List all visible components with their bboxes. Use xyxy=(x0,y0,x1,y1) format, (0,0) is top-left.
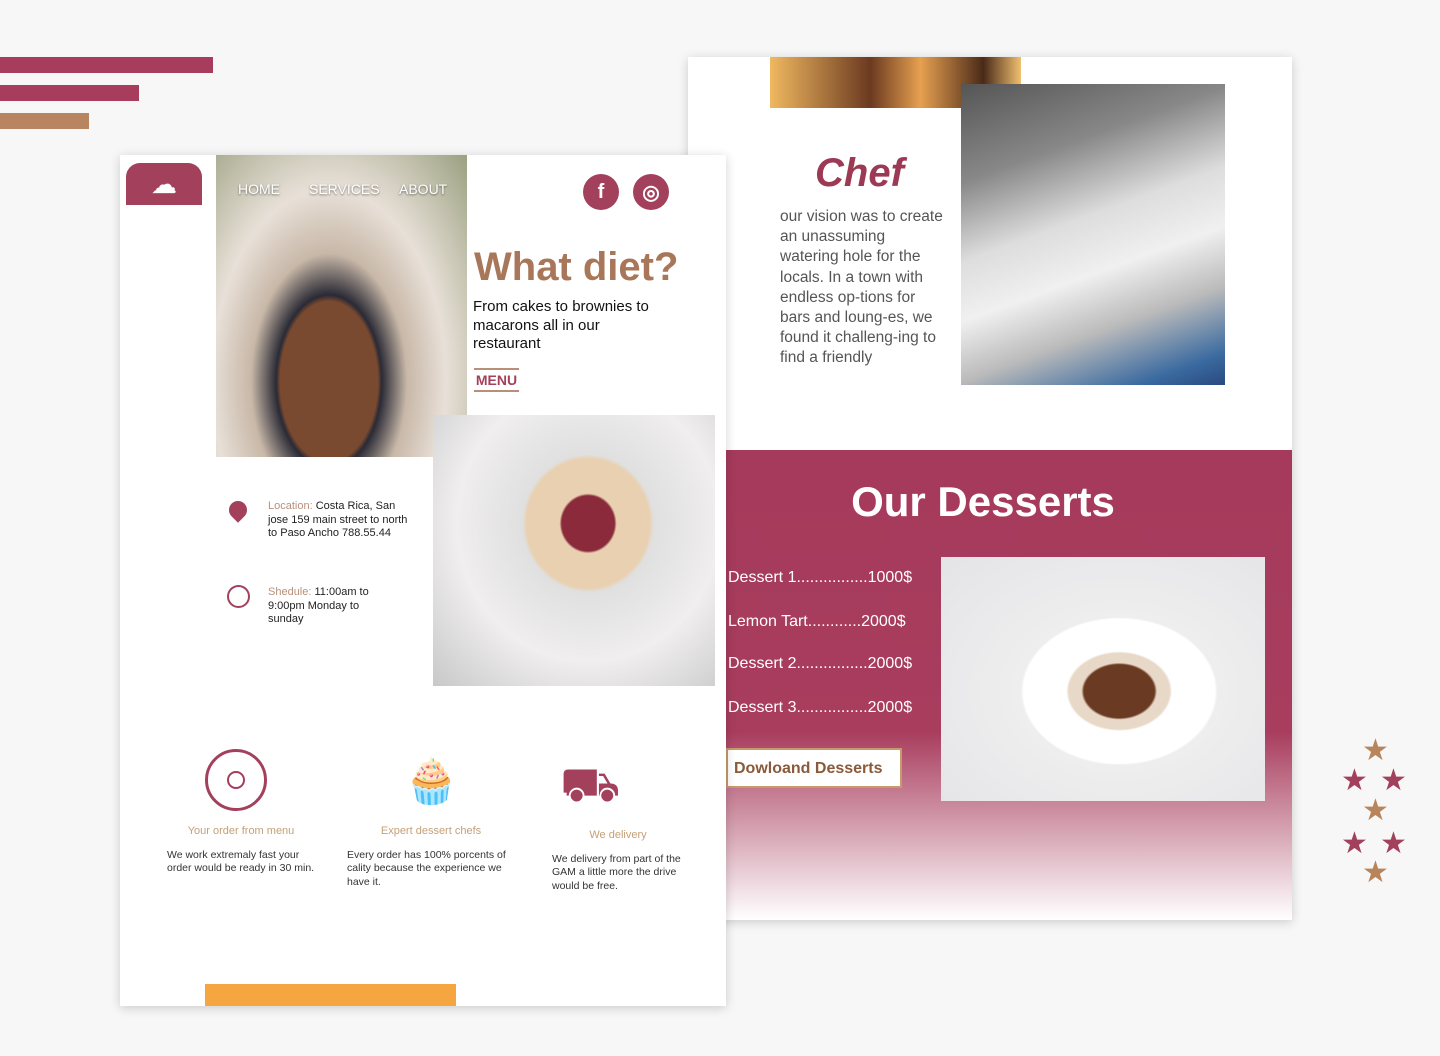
cupcake-icon: 🧁 xyxy=(404,757,459,806)
delivery-truck-icon: ⛟ xyxy=(560,759,621,812)
location-icon xyxy=(225,497,251,523)
download-desserts-button[interactable]: Dowloand Desserts xyxy=(726,748,902,788)
left-page-mockup: ☁ HOME SERVICES ABOUT What diet? From ca… xyxy=(120,155,726,1006)
nav-home[interactable]: HOME xyxy=(238,181,280,197)
tiramisu-photo xyxy=(941,557,1265,801)
decor-bar-2 xyxy=(0,85,139,101)
facebook-button[interactable]: f xyxy=(583,174,619,210)
schedule-info: Shedule: 11:00am to 9:00pm Monday to sun… xyxy=(268,586,369,625)
star-icon: ★ xyxy=(1362,794,1389,827)
decor-bar-1 xyxy=(0,57,213,73)
star-icon: ★ xyxy=(1362,856,1389,889)
charlotte-cake-photo xyxy=(433,415,715,686)
dessert-item: Dessert 2................2000$ xyxy=(728,655,913,672)
star-icon: ★ xyxy=(1341,764,1368,797)
nav-about[interactable]: ABOUT xyxy=(399,181,447,197)
dessert-item: Lemon Tart............2000$ xyxy=(728,613,906,630)
star-icon: ★ xyxy=(1341,827,1368,860)
chef-hat-icon: ☁ xyxy=(151,169,177,199)
dessert-item: Dessert 3................2000$ xyxy=(728,699,913,716)
star-icon: ★ xyxy=(1380,827,1407,860)
instagram-button[interactable]: ◎ xyxy=(633,174,669,210)
footer-bar xyxy=(205,984,456,1006)
hero-title: What diet? xyxy=(474,245,679,289)
star-icon: ★ xyxy=(1362,734,1389,767)
decor-bar-3 xyxy=(0,113,89,129)
star-icon: ★ xyxy=(1380,764,1407,797)
clock-icon xyxy=(227,585,250,608)
chef-title: Chef xyxy=(815,151,904,195)
chef-text: our vision was to create an unassuming w… xyxy=(780,208,943,367)
pancake-photo: HOME SERVICES ABOUT xyxy=(216,155,467,457)
nav-services[interactable]: SERVICES xyxy=(309,181,380,197)
feature-order: Your order from menu We work extremaly fa… xyxy=(167,825,315,874)
menu-button[interactable]: MENU xyxy=(474,368,519,392)
donut-icon xyxy=(205,749,267,811)
feature-chefs: Expert dessert chefs Every order has 100%… xyxy=(347,825,506,888)
desserts-title: Our Desserts xyxy=(851,478,1115,525)
chef-photo xyxy=(961,84,1225,385)
hero-text: From cakes to brownies to macarons all i… xyxy=(473,298,649,352)
logo[interactable]: ☁ xyxy=(126,163,202,205)
dessert-item: Dessert 1................1000$ xyxy=(728,569,913,586)
location-info: Location: Costa Rica, San jose 159 main … xyxy=(268,500,408,539)
feature-delivery: We delivery We delivery from part of the … xyxy=(552,829,681,892)
